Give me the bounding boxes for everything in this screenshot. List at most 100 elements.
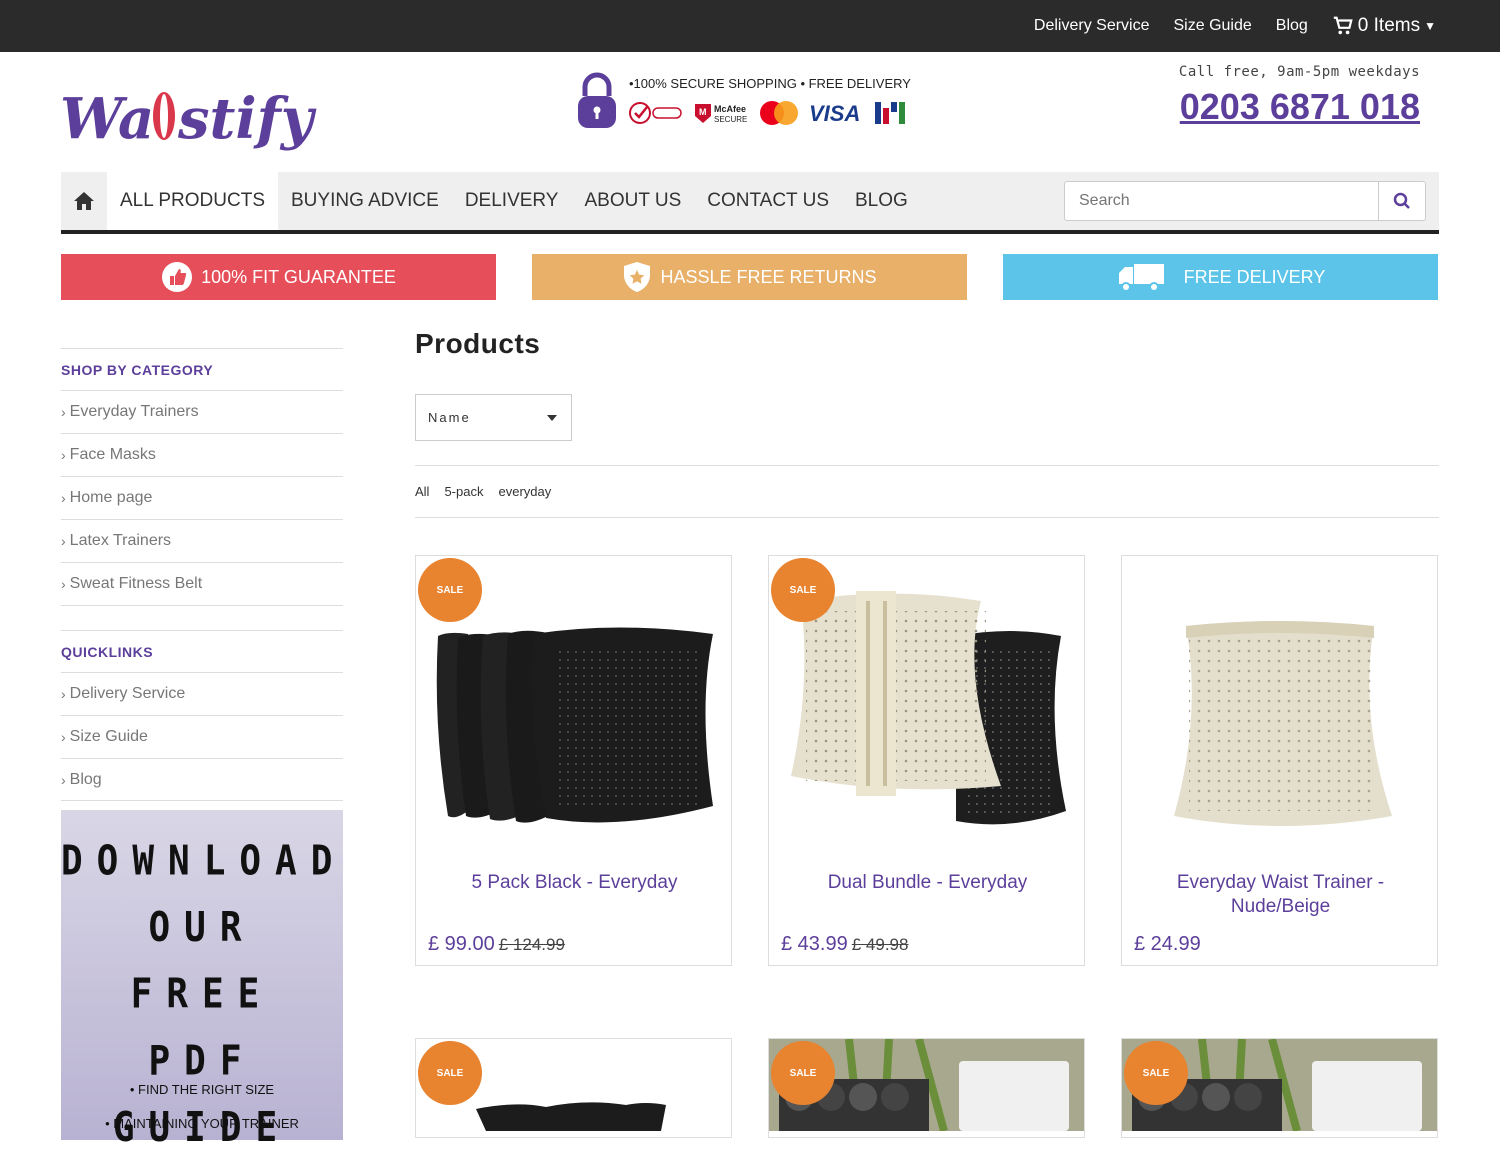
mastercard-icon (760, 101, 798, 125)
phone-number-link[interactable]: 0203 6871 018 (1179, 86, 1420, 128)
nav-about-us[interactable]: ABOUT US (571, 172, 694, 230)
quicklink-label: Delivery Service (69, 685, 186, 702)
quicklink-delivery-service[interactable]: › Delivery Service (61, 672, 343, 715)
promo-heading: DOWNLOAD OUR FREE PDF GUIDE (61, 828, 343, 1162)
quicklink-label: Size Guide (69, 728, 148, 745)
secure-grid-icon (875, 102, 905, 124)
old-price: £ 49.98 (851, 935, 909, 954)
cart-button[interactable]: 0 Items ▼ (1332, 15, 1436, 37)
category-label: Home page (69, 489, 153, 506)
cart-label: 0 Items (1357, 15, 1421, 36)
product-name[interactable]: Everyday Waist Trainer - Nude/Beige (1132, 871, 1429, 919)
promo-line: OUR FREE (130, 904, 274, 1018)
filter-bar: All 5-pack everyday (415, 465, 1439, 518)
chevron-right-icon: › (61, 576, 66, 592)
caret-down-icon (547, 415, 557, 421)
secure-text: •100% SECURE SHOPPING • FREE DELIVERY (629, 76, 911, 91)
filter-all[interactable]: All (415, 484, 429, 499)
product-image-dual-bundle (791, 591, 1066, 825)
logo-text: Wa (60, 86, 154, 152)
category-label: Sweat Fitness Belt (69, 575, 203, 592)
product-image-5-pack-black (436, 627, 713, 823)
logo[interactable]: Wa stify (60, 76, 320, 160)
nav-blog[interactable]: BLOG (842, 172, 921, 230)
home-button[interactable] (61, 172, 107, 230)
shield-star-icon (624, 262, 651, 292)
category-everyday-trainers[interactable]: › Everyday Trainers (61, 390, 343, 433)
fit-guarantee-banner[interactable]: 100% FIT GUARANTEE (61, 254, 496, 300)
top-link-delivery-service[interactable]: Delivery Service (1034, 17, 1150, 35)
quicklink-label: Blog (69, 770, 102, 788)
pdf-guide-promo[interactable]: DOWNLOAD OUR FREE PDF GUIDE • FIND THE R… (61, 810, 343, 1151)
page-title: Products (415, 328, 541, 359)
category-latex-trainers[interactable]: › Latex Trainers (61, 519, 343, 562)
nav-buying-advice[interactable]: BUYING ADVICE (278, 172, 452, 230)
product-card[interactable]: SALE 5 Pack Black - Everyday £ 99.00 £ 12… (415, 555, 732, 966)
chevron-right-icon: › (61, 447, 66, 463)
truck-icon (1118, 264, 1164, 292)
chevron-right-icon: › (61, 771, 66, 788)
promo-line: DOWNLOAD (61, 837, 347, 885)
svg-text:M: M (699, 107, 707, 117)
quicklink-size-guide[interactable]: › Size Guide (61, 715, 343, 758)
sort-value: Name (428, 410, 471, 425)
quicklink-blog[interactable]: › Blog (61, 758, 343, 801)
sale-badge: SALE (771, 558, 835, 622)
mcafee-icon: M McAfeeSECURE (695, 104, 747, 124)
category-label: Everyday Trainers (69, 403, 199, 420)
chevron-right-icon: › (61, 490, 66, 506)
chevron-right-icon: › (61, 404, 66, 420)
nav-items: ALL PRODUCTS BUYING ADVICE DELIVERY ABOU… (107, 172, 921, 230)
search-box (1064, 181, 1426, 221)
product-name[interactable]: Dual Bundle - Everyday (779, 871, 1076, 895)
category-label: Face Masks (69, 446, 156, 463)
sale-badge: SALE (418, 558, 482, 622)
filter-everyday[interactable]: everyday (498, 484, 551, 499)
shop-by-category-title: SHOP BY CATEGORY (61, 348, 343, 390)
nav-contact-us[interactable]: CONTACT US (694, 172, 842, 230)
nav-delivery[interactable]: DELIVERY (452, 172, 572, 230)
sort-select[interactable]: Name (415, 394, 572, 441)
svg-text:stify: stify (177, 86, 317, 152)
returns-label: HASSLE FREE RETURNS (660, 266, 877, 287)
promo-bullet: • FIND THE RIGHT SIZE (129, 1082, 275, 1097)
category-label: Latex Trainers (69, 532, 172, 549)
nav-all-products[interactable]: ALL PRODUCTS (107, 172, 278, 230)
product-card[interactable]: Everyday Waist Trainer - Nude/Beige £ 24… (1121, 555, 1438, 966)
hassle-free-returns-banner[interactable]: HASSLE FREE RETURNS (532, 254, 967, 300)
category-face-masks[interactable]: › Face Masks (61, 433, 343, 476)
free-delivery-banner[interactable]: FREE DELIVERY (1003, 254, 1438, 300)
current-price: £ 43.99 (781, 933, 848, 955)
top-link-blog[interactable]: Blog (1276, 17, 1308, 35)
product-image-everyday-nude-beige (1174, 621, 1392, 826)
filter-5-pack[interactable]: 5-pack (444, 484, 483, 499)
product-card[interactable]: SALE (1121, 1038, 1438, 1138)
product-card[interactable]: SALE Dual Bundle - Everyday £ 43.99 £ 49.… (768, 555, 1085, 966)
sidebar: SHOP BY CATEGORY › Everyday Trainers › Fac… (61, 348, 343, 801)
quicklinks-title: QUICKLINKS (61, 630, 343, 672)
category-sweat-fitness-belt[interactable]: › Sweat Fitness Belt (61, 562, 343, 605)
secure-shopping: •100% SECURE SHOPPING • FREE DELIVERY MM… (575, 72, 935, 134)
product-price: £ 24.99 (1134, 933, 1201, 956)
search-button[interactable] (1378, 182, 1425, 220)
svg-text:VISA: VISA (809, 101, 860, 125)
home-icon (74, 192, 94, 210)
chevron-right-icon: › (61, 686, 66, 702)
thumbs-up-icon (162, 262, 193, 292)
chevron-right-icon: › (61, 729, 66, 745)
free-delivery-label: FREE DELIVERY (1183, 266, 1326, 287)
svg-text:SECURE: SECURE (714, 115, 747, 124)
category-home-page[interactable]: › Home page (61, 476, 343, 519)
current-price: £ 99.00 (428, 933, 495, 955)
product-card[interactable]: SALE (768, 1038, 1085, 1138)
chevron-down-icon: ▼ (1424, 19, 1436, 33)
search-input[interactable] (1065, 182, 1378, 220)
sale-badge: SALE (1124, 1041, 1188, 1105)
promo-bullet: • MAINTAINING YOUR TRAINER (105, 1116, 299, 1131)
cart-icon (1333, 16, 1353, 35)
product-card[interactable]: SALE (415, 1038, 732, 1138)
top-link-size-guide[interactable]: Size Guide (1174, 17, 1252, 35)
payment-badges: M McAfee SECURE VISA (629, 100, 907, 126)
product-name[interactable]: 5 Pack Black - Everyday (426, 871, 723, 895)
verified-badge-icon (629, 102, 682, 124)
